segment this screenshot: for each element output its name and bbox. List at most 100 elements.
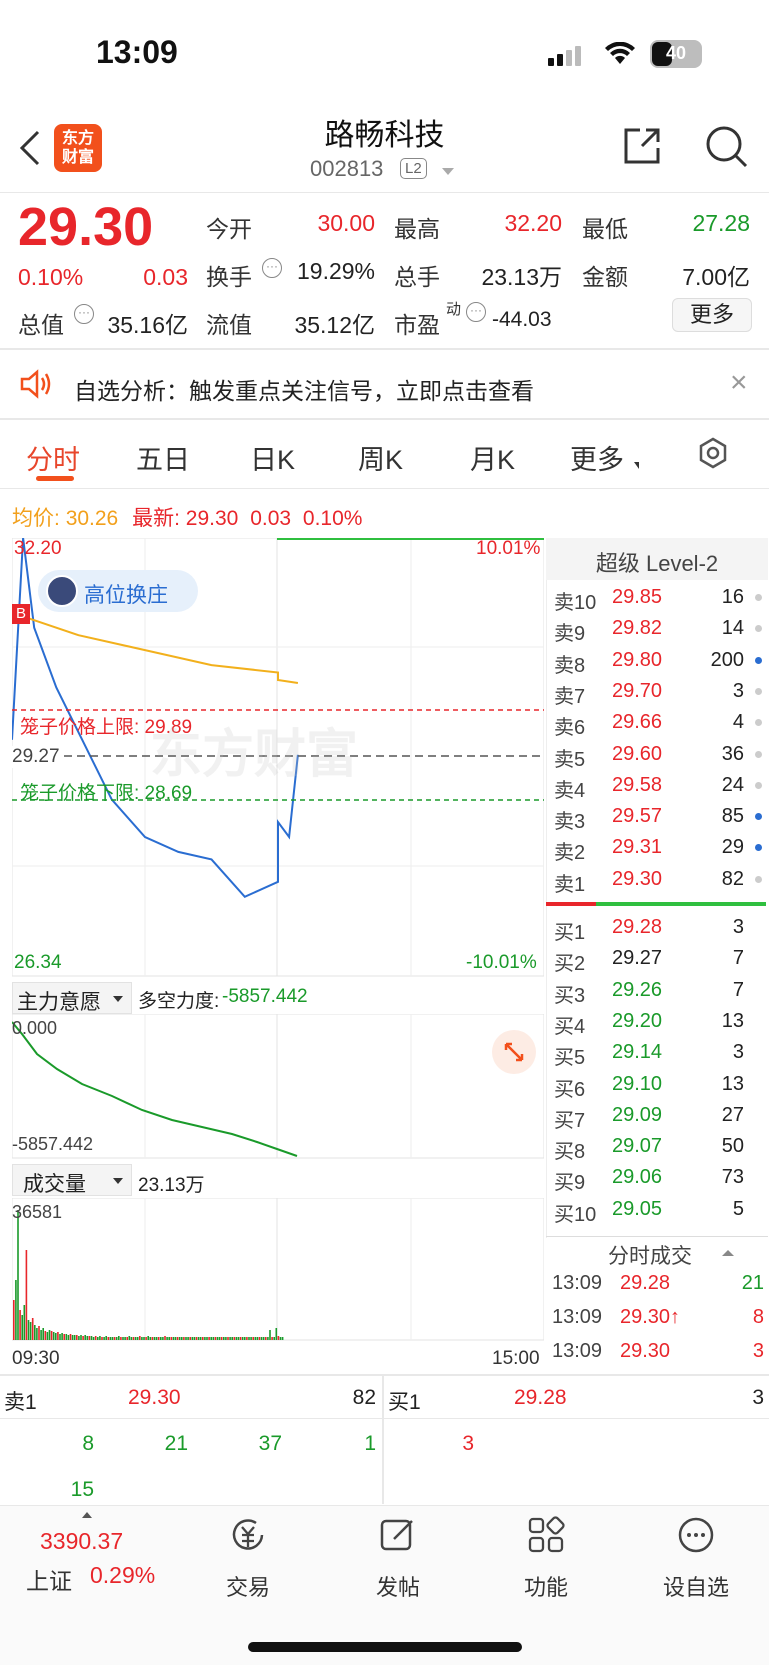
ask-row[interactable]: 卖2 29.31 29: [554, 832, 766, 864]
notice-text[interactable]: 自选分析：触发重点关注信号，立即点击查看: [74, 372, 534, 406]
bid-row[interactable]: 买7 29.09 27: [554, 1100, 766, 1132]
ask-row[interactable]: 卖3 29.57 85: [554, 801, 766, 833]
tab-daily-k[interactable]: 日K: [250, 438, 295, 477]
gear-icon[interactable]: [696, 436, 730, 475]
bid-row[interactable]: 买3 29.26 7: [554, 975, 766, 1007]
index-name[interactable]: 上证: [26, 1562, 72, 1596]
order-marker-dot: [755, 594, 762, 601]
nav-functions[interactable]: 功能: [496, 1570, 596, 1602]
volume-bar: [199, 1337, 202, 1340]
tick-time: 13:09: [552, 1272, 603, 1294]
order-marker-dot: [755, 750, 762, 758]
orderbook-level-label: 卖4: [554, 779, 586, 802]
volume-bar: [126, 1337, 128, 1340]
quote-divider: [0, 348, 769, 350]
pattern-badge[interactable]: 高位换庄: [38, 570, 198, 612]
ask-row[interactable]: 卖9 29.82 14: [554, 613, 766, 645]
nav-trade[interactable]: 交易: [198, 1570, 298, 1602]
trade-icon[interactable]: [228, 1515, 268, 1555]
volume-bar: [134, 1337, 137, 1340]
volume-bar: [78, 1336, 80, 1340]
volume-bar: [115, 1337, 118, 1340]
volume-bar: [109, 1337, 112, 1340]
pe-dynamic-sup: 动: [446, 301, 462, 318]
close-icon[interactable]: ×: [730, 366, 748, 400]
info-icon[interactable]: ···: [262, 258, 282, 278]
index-pct[interactable]: 0.29%: [90, 1562, 155, 1589]
ask-row[interactable]: 卖1 29.30 82: [554, 864, 766, 896]
orderbook-level-label: 买7: [554, 1109, 586, 1132]
volume-bar: [57, 1332, 59, 1340]
orderbook-level-label: 买8: [554, 1141, 586, 1164]
amount-label: 金额: [582, 264, 628, 290]
volume-bar: [197, 1337, 200, 1340]
info-icon[interactable]: ···: [466, 302, 486, 322]
ask-row[interactable]: 卖8 29.80 200: [554, 645, 766, 677]
indicator-selector[interactable]: 主力意愿: [12, 982, 132, 1014]
ask-row[interactable]: 卖7 29.70 3: [554, 676, 766, 708]
nav-add-watchlist[interactable]: 设自选: [646, 1570, 746, 1602]
volume-bar: [65, 1334, 68, 1340]
orderbook-level-label: 卖1: [554, 873, 586, 896]
queue-sell-price: 29.30: [128, 1386, 181, 1409]
volume-max-label: 36581: [12, 1202, 63, 1222]
orderbook-price: 29.05: [612, 1197, 663, 1220]
volume-bar: [38, 1326, 40, 1340]
bid-row[interactable]: 买5 29.14 3: [554, 1037, 766, 1069]
post-icon[interactable]: [378, 1515, 418, 1555]
volume-bar: [166, 1337, 168, 1340]
ask-row[interactable]: 卖10 29.85 16: [554, 582, 766, 614]
tab-monthly-k[interactable]: 月K: [470, 438, 515, 477]
orderbook-price: 29.57: [612, 805, 663, 828]
index-value[interactable]: 3390.37: [40, 1528, 123, 1555]
bid-row[interactable]: 买9 29.06 73: [554, 1162, 766, 1194]
bid-row[interactable]: 买6 29.10 13: [554, 1069, 766, 1101]
orderbook-volume: 85: [721, 805, 744, 828]
more-button[interactable]: 更多: [672, 298, 752, 332]
share-icon[interactable]: [620, 124, 664, 173]
nav-post[interactable]: 发帖: [348, 1570, 448, 1602]
ask-row[interactable]: 卖6 29.66 4: [554, 707, 766, 739]
ask-row[interactable]: 卖4 29.58 24: [554, 770, 766, 802]
bid-row[interactable]: 买2 29.27 7: [554, 943, 766, 975]
volume-bar: [101, 1337, 103, 1340]
volume-bar: [269, 1330, 271, 1340]
watermark: 东方财富: [150, 726, 359, 784]
caret-icon: [634, 462, 639, 469]
tab-weekly-k[interactable]: 周K: [358, 438, 403, 477]
orderbook-volume: 13: [721, 1072, 744, 1095]
more-circle-icon[interactable]: [676, 1515, 716, 1555]
orderbook-price: 29.31: [612, 836, 663, 859]
tabs-divider: [0, 488, 769, 489]
ticks-title[interactable]: 分时成交: [608, 1240, 692, 1270]
bid-row[interactable]: 买1 29.28 3: [554, 912, 766, 944]
bid-row[interactable]: 买8 29.07 50: [554, 1131, 766, 1164]
orderbook-volume: 27: [721, 1103, 744, 1126]
ask-row[interactable]: 卖5 29.60 36: [554, 739, 766, 771]
expand-icon[interactable]: [492, 1030, 536, 1074]
bid-row[interactable]: 买10 29.05 5: [554, 1194, 766, 1226]
volume-bar: [248, 1337, 250, 1340]
caret-down-icon[interactable]: [442, 168, 454, 175]
level-badge[interactable]: L2: [400, 158, 427, 179]
volume-bar: [34, 1325, 36, 1340]
chart-down-pct: -10.01%: [466, 952, 537, 973]
tab-intraday[interactable]: 分时: [26, 438, 80, 477]
volume-bar: [195, 1337, 198, 1340]
volume-bar: [128, 1336, 131, 1340]
volume-bar: [92, 1337, 95, 1340]
volume-bar: [267, 1337, 269, 1340]
tab-more[interactable]: 更多: [570, 438, 624, 477]
volume-bar: [260, 1337, 263, 1340]
volume-selector[interactable]: 成交量: [12, 1164, 132, 1196]
grid-icon[interactable]: [526, 1515, 566, 1555]
tab-five-day[interactable]: 五日: [136, 438, 190, 477]
chart-high-label: 32.20: [14, 538, 62, 559]
volume-bar: [153, 1337, 156, 1340]
orderbook-volume: 36: [721, 742, 744, 765]
bid-row[interactable]: 买4 29.20 13: [554, 1006, 766, 1038]
search-icon[interactable]: [704, 124, 750, 175]
volume-bar: [97, 1337, 99, 1340]
volume-bar: [258, 1337, 261, 1340]
order-marker-dot: [755, 781, 762, 789]
